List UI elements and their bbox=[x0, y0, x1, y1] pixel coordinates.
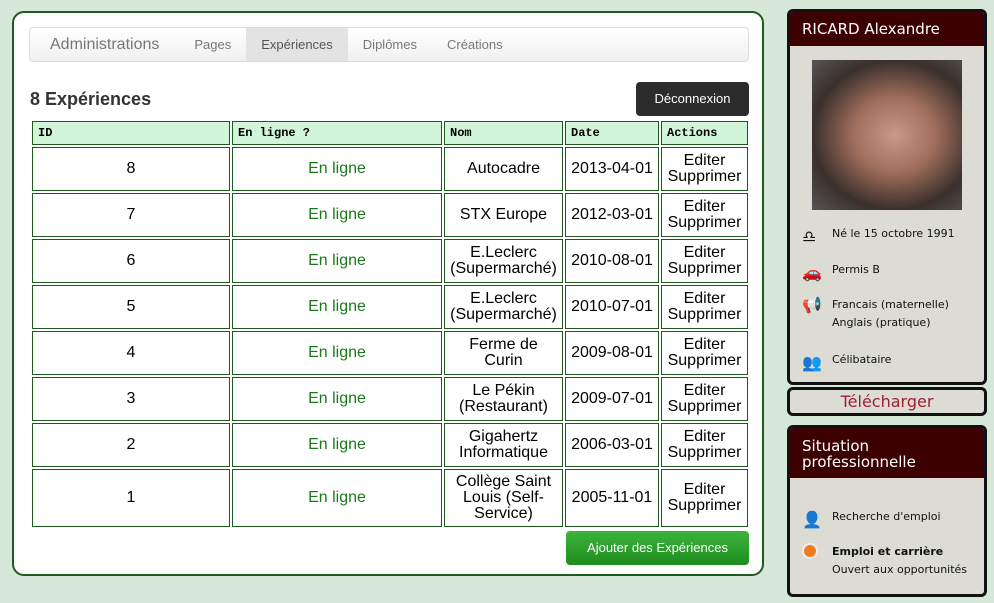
delete-link[interactable]: Supprimer bbox=[668, 497, 742, 514]
cell-actions: Editer Supprimer bbox=[661, 469, 748, 527]
cell-actions: Editer Supprimer bbox=[661, 377, 748, 421]
nav-experiences[interactable]: Expériences bbox=[246, 28, 348, 61]
cell-status: En ligne bbox=[232, 285, 442, 329]
cell-name: Le Pékin (Restaurant) bbox=[444, 377, 563, 421]
cell-status: En ligne bbox=[232, 331, 442, 375]
cell-id: 4 bbox=[32, 331, 230, 375]
edit-link[interactable]: Editer bbox=[684, 336, 726, 353]
cell-name: Ferme de Curin bbox=[444, 331, 563, 375]
nav-creations[interactable]: Créations bbox=[432, 28, 518, 61]
people-icon: 👥 bbox=[802, 353, 822, 372]
situation-title: Situation professionnelle bbox=[790, 428, 984, 478]
cell-date: 2010-07-01 bbox=[565, 285, 659, 329]
nav-diplomes[interactable]: Diplômes bbox=[348, 28, 432, 61]
cell-name: STX Europe bbox=[444, 193, 563, 237]
job-search-info: 👤 Recherche d'emploi bbox=[802, 510, 941, 529]
edit-link[interactable]: Editer bbox=[684, 244, 726, 261]
cell-name: E.Leclerc (Supermarché) bbox=[444, 285, 563, 329]
cell-actions: Editer Supprimer bbox=[661, 239, 748, 283]
cell-id: 2 bbox=[32, 423, 230, 467]
cell-actions: Editer Supprimer bbox=[661, 285, 748, 329]
delete-link[interactable]: Supprimer bbox=[668, 214, 742, 231]
cell-name: Gigahertz Informatique bbox=[444, 423, 563, 467]
edit-link[interactable]: Editer bbox=[684, 428, 726, 445]
table-row: 2 En ligne Gigahertz Informatique 2006-0… bbox=[32, 423, 748, 467]
megaphone-icon: 📢 bbox=[802, 295, 822, 314]
marital-info: 👥 Célibataire bbox=[802, 353, 892, 372]
car-icon: 🚗 bbox=[802, 263, 822, 282]
cell-id: 3 bbox=[32, 377, 230, 421]
cell-status: En ligne bbox=[232, 193, 442, 237]
orange-dot-icon bbox=[802, 543, 832, 563]
libra-icon: ♎ bbox=[802, 227, 817, 246]
download-button[interactable]: Télécharger bbox=[787, 387, 987, 416]
main-panel: Administrations Pages Expériences Diplôm… bbox=[12, 11, 764, 576]
table-row: 6 En ligne E.Leclerc (Supermarché) 2010-… bbox=[32, 239, 748, 283]
cell-actions: Editer Supprimer bbox=[661, 193, 748, 237]
col-id: ID bbox=[32, 121, 230, 145]
languages-info: 📢 Francais (maternelle) Anglais (pratique) bbox=[802, 295, 949, 330]
cell-name: E.Leclerc (Supermarché) bbox=[444, 239, 563, 283]
experiences-table: ID En ligne ? Nom Date Actions 8 En lign… bbox=[30, 119, 750, 529]
nav-pages[interactable]: Pages bbox=[179, 28, 246, 61]
cell-date: 2006-03-01 bbox=[565, 423, 659, 467]
cell-status: En ligne bbox=[232, 469, 442, 527]
delete-link[interactable]: Supprimer bbox=[668, 398, 742, 415]
cell-actions: Editer Supprimer bbox=[661, 147, 748, 191]
cell-date: 2009-08-01 bbox=[565, 331, 659, 375]
cell-actions: Editer Supprimer bbox=[661, 423, 748, 467]
cell-status: En ligne bbox=[232, 239, 442, 283]
career-info: Emploi et carrière Ouvert aux opportunité… bbox=[802, 543, 967, 579]
page-title: 8 Expériences bbox=[30, 89, 152, 109]
table-row: 5 En ligne E.Leclerc (Supermarché) 2010-… bbox=[32, 285, 748, 329]
cell-name: Collège Saint Louis (Self-Service) bbox=[444, 469, 563, 527]
profile-card: RICARD Alexandre ♎ Né le 15 octobre 1991 … bbox=[787, 9, 987, 385]
table-row: 4 En ligne Ferme de Curin 2009-08-01 Edi… bbox=[32, 331, 748, 375]
col-date: Date bbox=[565, 121, 659, 145]
delete-link[interactable]: Supprimer bbox=[668, 260, 742, 277]
cell-status: En ligne bbox=[232, 147, 442, 191]
cell-status: En ligne bbox=[232, 423, 442, 467]
cell-actions: Editer Supprimer bbox=[661, 331, 748, 375]
add-experience-button[interactable]: Ajouter des Expériences bbox=[566, 531, 749, 565]
navbar: Administrations Pages Expériences Diplôm… bbox=[29, 27, 749, 62]
cell-status: En ligne bbox=[232, 377, 442, 421]
edit-link[interactable]: Editer bbox=[684, 290, 726, 307]
edit-link[interactable]: Editer bbox=[684, 481, 726, 498]
profile-name: RICARD Alexandre bbox=[790, 12, 984, 46]
table-row: 7 En ligne STX Europe 2012-03-01 Editer S… bbox=[32, 193, 748, 237]
delete-link[interactable]: Supprimer bbox=[668, 306, 742, 323]
cell-id: 1 bbox=[32, 469, 230, 527]
table-row: 1 En ligne Collège Saint Louis (Self-Ser… bbox=[32, 469, 748, 527]
delete-link[interactable]: Supprimer bbox=[668, 444, 742, 461]
nav-brand[interactable]: Administrations bbox=[30, 36, 179, 54]
col-actions: Actions bbox=[661, 121, 748, 145]
table-row: 8 En ligne Autocadre 2013-04-01 Editer Su… bbox=[32, 147, 748, 191]
edit-link[interactable]: Editer bbox=[684, 198, 726, 215]
cell-id: 5 bbox=[32, 285, 230, 329]
col-name: Nom bbox=[444, 121, 563, 145]
cell-name: Autocadre bbox=[444, 147, 563, 191]
cell-date: 2012-03-01 bbox=[565, 193, 659, 237]
profile-photo bbox=[812, 60, 962, 210]
license-info: 🚗 Permis B bbox=[802, 263, 880, 282]
cell-id: 8 bbox=[32, 147, 230, 191]
edit-link[interactable]: Editer bbox=[684, 152, 726, 169]
edit-link[interactable]: Editer bbox=[684, 382, 726, 399]
logout-button[interactable]: Déconnexion bbox=[636, 82, 749, 116]
cell-id: 7 bbox=[32, 193, 230, 237]
cell-id: 6 bbox=[32, 239, 230, 283]
delete-link[interactable]: Supprimer bbox=[668, 168, 742, 185]
birth-info: ♎ Né le 15 octobre 1991 bbox=[802, 227, 955, 246]
cell-date: 2009-07-01 bbox=[565, 377, 659, 421]
cell-date: 2013-04-01 bbox=[565, 147, 659, 191]
cell-date: 2010-08-01 bbox=[565, 239, 659, 283]
situation-card: Situation professionnelle 👤 Recherche d'e… bbox=[787, 425, 987, 597]
person-icon: 👤 bbox=[802, 510, 822, 529]
delete-link[interactable]: Supprimer bbox=[668, 352, 742, 369]
cell-date: 2005-11-01 bbox=[565, 469, 659, 527]
col-online: En ligne ? bbox=[232, 121, 442, 145]
table-row: 3 En ligne Le Pékin (Restaurant) 2009-07… bbox=[32, 377, 748, 421]
